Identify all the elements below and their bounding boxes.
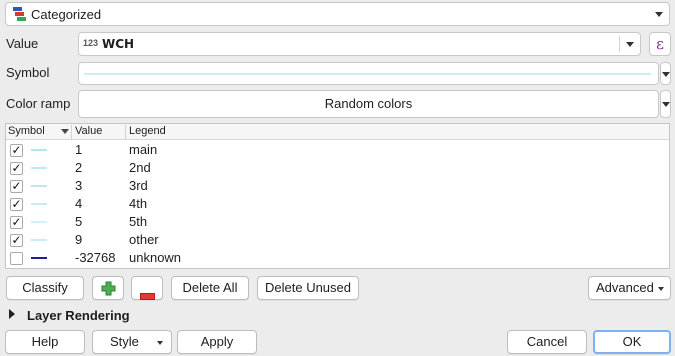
add-category-button[interactable]: [92, 276, 124, 300]
chevron-down-icon: [157, 341, 163, 345]
ok-button[interactable]: OK: [593, 330, 671, 354]
table-header: [6, 124, 669, 140]
row-legend: main: [129, 142, 158, 157]
minus-icon: [140, 285, 155, 300]
disclosure-triangle-icon[interactable]: [9, 309, 15, 319]
help-button[interactable]: Help: [5, 330, 85, 354]
row-value: -32768: [75, 250, 116, 265]
symbol-menu-button[interactable]: [660, 62, 671, 85]
row-legend: other: [129, 232, 159, 247]
table-row[interactable]: ✓ 9 other: [6, 231, 669, 249]
chevron-down-icon: [662, 72, 670, 77]
table-row[interactable]: ✓ 5 5th: [6, 213, 669, 231]
value-label: Value: [6, 36, 39, 51]
header-divider: [71, 125, 72, 139]
advanced-button[interactable]: Advanced: [588, 276, 671, 300]
value-field-select[interactable]: 123 WCH: [78, 32, 641, 56]
row-value: 3: [75, 178, 83, 193]
row-checkbox[interactable]: ✓: [10, 234, 23, 247]
row-symbol[interactable]: [31, 203, 47, 205]
table-row[interactable]: -32768 unknown: [6, 249, 669, 267]
sort-down-icon: [61, 129, 69, 134]
row-legend: 4th: [129, 196, 148, 211]
expression-button[interactable]: ε: [649, 32, 671, 56]
classify-button[interactable]: Classify: [6, 276, 84, 300]
table-row[interactable]: ✓ 1 main: [6, 141, 669, 159]
row-checkbox[interactable]: ✓: [10, 216, 23, 229]
header-symbol[interactable]: Symbol: [8, 125, 45, 137]
integer-type-icon: 123: [83, 38, 99, 48]
row-value: 4: [75, 196, 83, 211]
row-checkbox[interactable]: ✓: [10, 198, 23, 211]
row-legend: 3rd: [129, 178, 148, 193]
style-button-label: Style: [110, 334, 139, 349]
remove-category-button[interactable]: [131, 276, 163, 300]
symbol-button[interactable]: [78, 62, 659, 85]
color-ramp-value: Random colors: [324, 96, 413, 111]
row-value: 5: [75, 214, 83, 229]
combo-divider: [619, 36, 620, 52]
categorized-renderer-icon: [13, 7, 26, 22]
row-symbol[interactable]: [31, 149, 47, 151]
row-symbol[interactable]: [31, 221, 47, 223]
color-ramp-menu-button[interactable]: [660, 90, 671, 118]
row-symbol[interactable]: [31, 185, 47, 187]
expression-icon: ε: [656, 35, 664, 53]
row-symbol[interactable]: [31, 167, 47, 169]
renderer-select[interactable]: Categorized: [5, 2, 670, 26]
chevron-down-icon: [658, 287, 664, 291]
row-value: 9: [75, 232, 83, 247]
row-value: 2: [75, 160, 83, 175]
row-symbol[interactable]: [31, 239, 47, 241]
row-legend: 2nd: [129, 160, 151, 175]
table-row[interactable]: ✓ 4 4th: [6, 195, 669, 213]
advanced-button-label: Advanced: [596, 280, 654, 295]
cancel-button[interactable]: Cancel: [507, 330, 587, 354]
row-symbol[interactable]: [31, 257, 47, 259]
plus-icon: [101, 281, 116, 296]
symbol-label: Symbol: [6, 65, 50, 80]
row-value: 1: [75, 142, 83, 157]
header-legend[interactable]: Legend: [129, 125, 166, 137]
color-ramp-label: Color ramp: [6, 96, 71, 111]
row-checkbox[interactable]: ✓: [10, 180, 23, 193]
delete-all-button[interactable]: Delete All: [171, 276, 249, 300]
row-checkbox[interactable]: [10, 252, 23, 265]
delete-unused-button[interactable]: Delete Unused: [257, 276, 359, 300]
row-legend: unknown: [129, 250, 182, 265]
header-divider: [125, 125, 126, 139]
layer-rendering-label[interactable]: Layer Rendering: [27, 308, 130, 323]
apply-button[interactable]: Apply: [177, 330, 257, 354]
row-legend: 5th: [129, 214, 148, 229]
style-button[interactable]: Style: [92, 330, 172, 354]
chevron-down-icon: [655, 12, 663, 17]
table-row[interactable]: ✓ 2 2nd: [6, 159, 669, 177]
color-ramp-button[interactable]: Random colors: [78, 90, 659, 118]
header-value[interactable]: Value: [75, 125, 102, 137]
table-row[interactable]: ✓ 3 3rd: [6, 177, 669, 195]
chevron-down-icon: [662, 102, 670, 107]
chevron-down-icon: [626, 42, 634, 47]
symbol-preview: [84, 73, 651, 75]
row-checkbox[interactable]: ✓: [10, 144, 23, 157]
value-field-text: WCH: [102, 37, 135, 51]
row-checkbox[interactable]: ✓: [10, 162, 23, 175]
renderer-select-label: Categorized: [31, 7, 102, 22]
